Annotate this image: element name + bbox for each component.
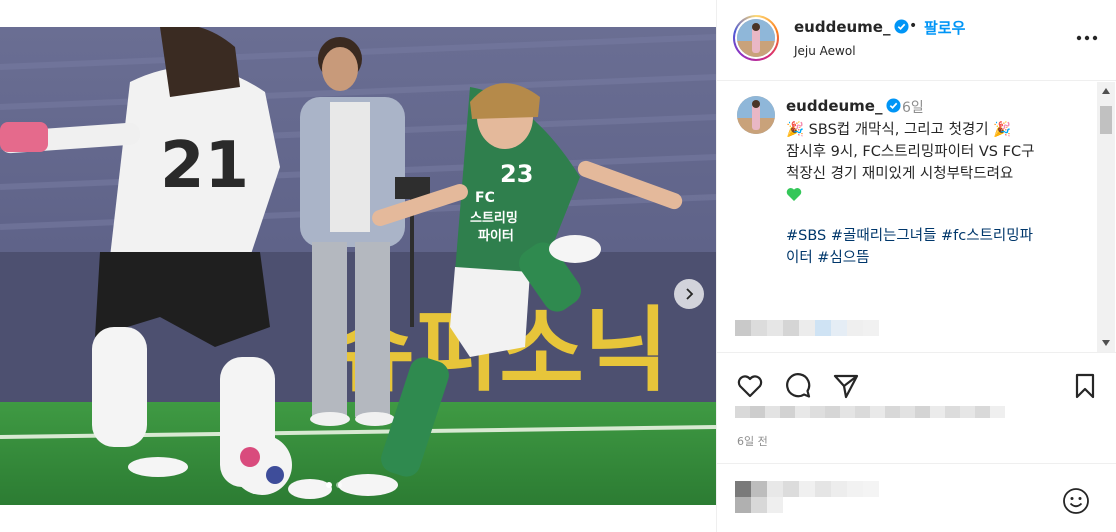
blurred-comment-input[interactable] [735, 481, 879, 513]
hashtag-link[interactable]: #골때리는그녀들 [831, 228, 937, 244]
more-horizontal-icon [1076, 35, 1098, 41]
blurred-comment [735, 320, 879, 336]
share-button[interactable] [831, 371, 861, 401]
green-heart-icon [786, 188, 802, 201]
like-button[interactable] [735, 371, 765, 401]
party-popper-icon: 🎉 [786, 122, 805, 138]
jersey-number-right: 23 [500, 160, 533, 188]
chevron-right-icon [686, 288, 694, 300]
hashtag-link[interactable]: 이터 [786, 250, 813, 266]
likes-summary-blurred [735, 406, 1005, 418]
svg-text:스트리밍: 스트리밍 [470, 210, 518, 226]
hashtag-link[interactable]: #심으뜸 [817, 250, 869, 266]
comments-scrollbar[interactable] [1097, 82, 1115, 352]
heart-icon [737, 375, 763, 398]
location-link[interactable]: Jeju Aewol [794, 44, 856, 58]
comment-icon [786, 373, 811, 398]
smiley-icon [1063, 488, 1089, 514]
hashtag-link[interactable]: #SBS [786, 228, 826, 244]
triangle-up-icon [1102, 88, 1110, 94]
scroll-up-button[interactable] [1097, 82, 1115, 100]
scroll-down-button[interactable] [1097, 334, 1115, 352]
caption-avatar[interactable] [737, 96, 775, 134]
post-header: euddeume_ • 팔로우 Jeju Aewol [717, 0, 1116, 81]
follow-button[interactable]: 팔로우 [924, 17, 965, 38]
caption-time: 6일 [902, 100, 924, 116]
comment-button[interactable] [783, 371, 813, 401]
avatar[interactable] [733, 15, 779, 61]
carousel-dot [326, 482, 332, 488]
bookmark-icon [1075, 373, 1095, 399]
save-button[interactable] [1070, 371, 1100, 401]
post-timestamp: 6일 전 [737, 435, 768, 448]
svg-text:파이터: 파이터 [478, 228, 514, 244]
svg-text:FC: FC [475, 190, 495, 206]
comments-area: euddeume_ 6일 🎉 SBS컵 개막식, 그리고 첫경기 🎉 잠시후 9… [717, 82, 1116, 352]
paper-plane-icon [833, 374, 859, 399]
jersey-number-left: 21 [160, 129, 249, 203]
hashtag-link[interactable]: #fc스트리밍파 [941, 228, 1033, 244]
carousel-dots [326, 482, 342, 488]
triangle-down-icon [1102, 340, 1110, 346]
header-separator: • [909, 18, 918, 34]
next-image-button[interactable] [674, 279, 704, 309]
media-pane: 슈퍼소닉 21 [0, 0, 716, 532]
party-popper-icon: 🎉 [993, 122, 1012, 138]
add-comment-bar [717, 463, 1116, 532]
post-sidebar: euddeume_ • 팔로우 Jeju Aewol euddeume_ 6일 … [716, 0, 1116, 532]
verified-badge-icon [894, 19, 910, 34]
scrollbar-thumb[interactable] [1100, 106, 1112, 134]
caption-text: 🎉 SBS컵 개막식, 그리고 첫경기 🎉 잠시후 9시, FC스트리밍파이터 … [786, 119, 1086, 207]
emoji-button[interactable] [1061, 486, 1091, 516]
verified-badge-icon [886, 98, 902, 113]
more-options-button[interactable] [1075, 26, 1099, 50]
carousel-dot [336, 482, 342, 488]
header-username[interactable]: euddeume_ [794, 18, 910, 36]
caption-hashtags: #SBS #골때리는그녀들 #fc스트리밍파 이터 #심으뜸 [786, 225, 1086, 269]
action-bar [717, 352, 1116, 412]
caption-username[interactable]: euddeume_ [786, 97, 902, 115]
post-photo[interactable]: 슈퍼소닉 21 [0, 27, 716, 505]
